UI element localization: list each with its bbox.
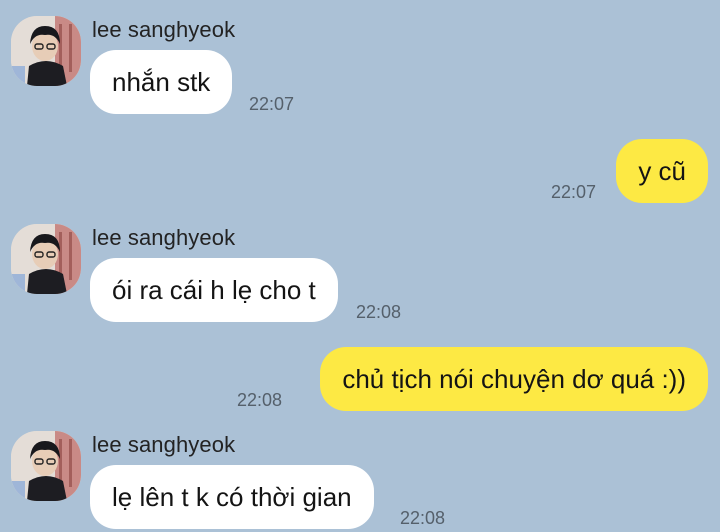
message-timestamp: 22:07: [249, 94, 295, 114]
sender-name: lee sanghyeok: [92, 17, 236, 42]
avatar[interactable]: [11, 431, 81, 501]
message-bubble-incoming[interactable]: lẹ lên t k có thời gian: [90, 465, 374, 529]
message-bubble-outgoing[interactable]: chủ tịch nói chuyện dơ quá :)): [320, 347, 708, 411]
message-timestamp: 22:07: [551, 182, 597, 202]
message-bubble-incoming[interactable]: ói ra cái h lẹ cho t: [90, 258, 338, 322]
avatar[interactable]: [11, 16, 81, 86]
message-timestamp: 22:08: [237, 390, 283, 410]
sender-name: lee sanghyeok: [92, 225, 236, 250]
message-timestamp: 22:08: [400, 508, 446, 528]
avatar-photo-icon: [11, 431, 81, 501]
chat-thread[interactable]: lee sanghyeok nhắn stk 22:07 y cũ 22:07 …: [0, 0, 720, 532]
message-bubble-incoming[interactable]: nhắn stk: [90, 50, 233, 114]
avatar-photo-icon: [11, 16, 81, 86]
avatar-photo-icon: [11, 224, 81, 294]
avatar[interactable]: [11, 224, 81, 294]
sender-name: lee sanghyeok: [92, 432, 236, 457]
message-bubble-outgoing[interactable]: y cũ: [616, 139, 708, 203]
message-timestamp: 22:08: [356, 302, 402, 322]
